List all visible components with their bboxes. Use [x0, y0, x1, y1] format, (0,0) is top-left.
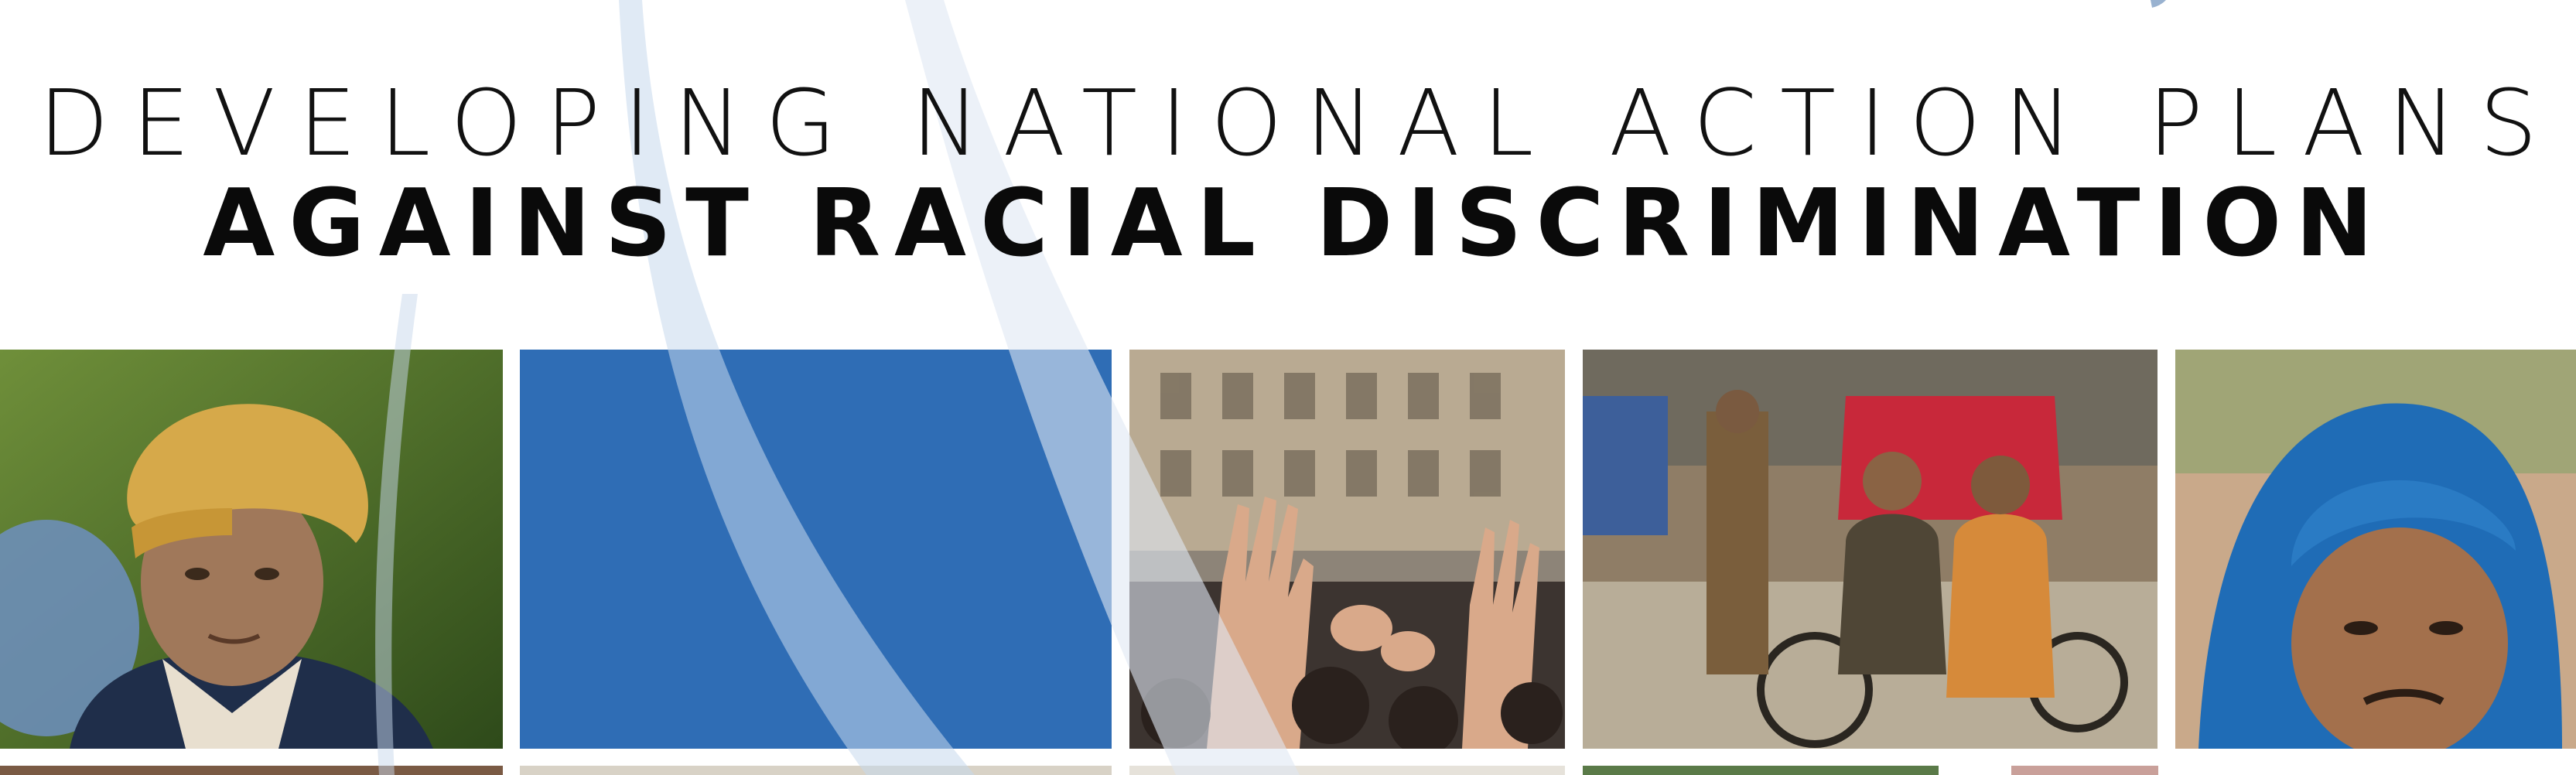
bottom-strip-5: [2011, 766, 2158, 775]
photo-elderly-man: [0, 350, 503, 749]
sail-shape-top-right: [2151, 0, 2166, 8]
title-line-2: AGAINST RACIAL DISCRIMINATION: [203, 170, 2387, 278]
photo-raised-hands-crowd: [1129, 350, 1565, 749]
bottom-strip-4: [1583, 766, 1939, 775]
report-cover: DEVELOPING NATIONAL ACTION PLANS AGAINST…: [0, 0, 2576, 775]
bottom-strip-3: [1129, 766, 1565, 775]
bottom-strip-1: [0, 766, 503, 775]
photo-man-blue-turban: [2175, 350, 2576, 749]
blue-panel: [520, 350, 1112, 749]
photo-rickshaw-men: [1583, 350, 2157, 749]
title-line-1: DEVELOPING NATIONAL ACTION PLANS: [38, 70, 2561, 176]
bottom-strip-2: [520, 766, 1112, 775]
